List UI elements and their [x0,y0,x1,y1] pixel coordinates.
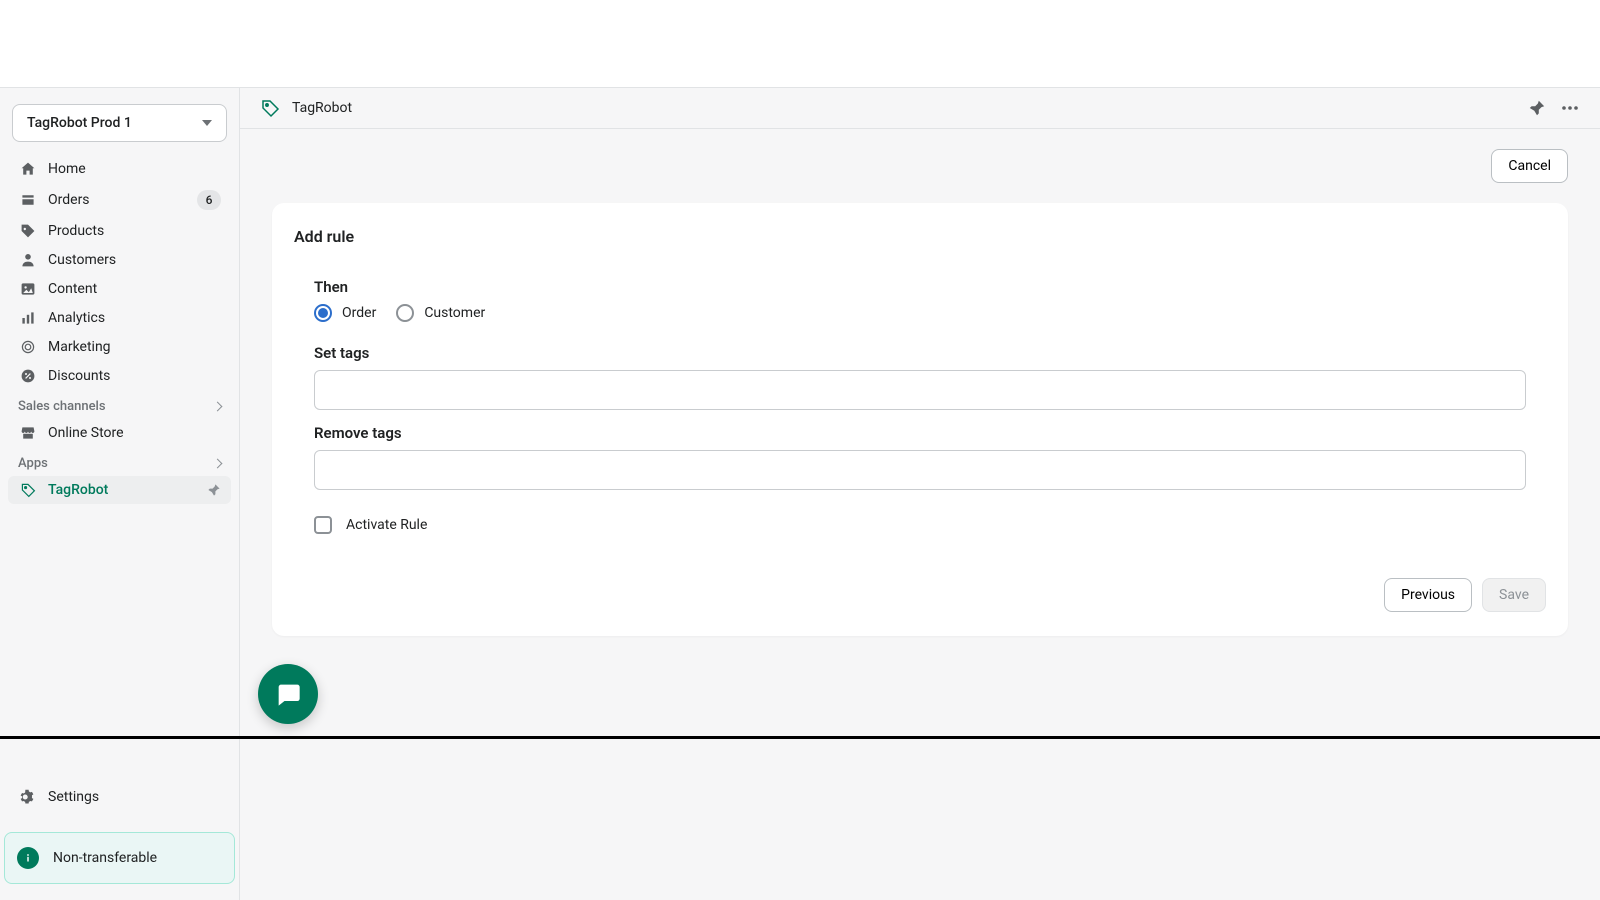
activate-rule-checkbox[interactable]: Activate Rule [314,516,1526,534]
orders-badge: 6 [197,190,221,210]
remove-tags-label: Remove tags [314,424,1526,442]
tag-icon [18,223,38,239]
pin-icon[interactable] [207,483,221,497]
radio-customer[interactable]: Customer [396,304,485,322]
section-label: Apps [18,456,48,471]
tag-icon [18,482,38,498]
nav-label: Analytics [48,310,221,326]
nav-online-store[interactable]: Online Store [8,419,231,447]
checkbox-label: Activate Rule [346,517,427,533]
home-icon [18,161,38,177]
nav-content[interactable]: Content [8,275,231,303]
main-nav: Home Orders 6 Products Customers Content [8,154,231,391]
radio-label: Customer [424,305,485,321]
pin-button[interactable] [1528,99,1546,117]
image-icon [18,281,38,297]
store-name: TagRobot Prod 1 [27,115,132,131]
checkbox-icon [314,516,332,534]
caret-down-icon [202,120,212,126]
tag-icon [260,98,280,118]
radio-label: Order [342,305,376,321]
divider [0,736,1600,739]
nav-products[interactable]: Products [8,217,231,245]
settings-label: Settings [48,789,99,805]
nav-orders[interactable]: Orders 6 [8,184,231,216]
sales-channels-section[interactable]: Sales channels [8,391,231,418]
nav-label: Online Store [48,425,221,441]
apps-section[interactable]: Apps [8,448,231,475]
radio-icon [396,304,414,322]
store-selector[interactable]: TagRobot Prod 1 [12,104,227,142]
set-tags-input[interactable] [314,370,1526,410]
nav-label: TagRobot [48,482,207,498]
nav-label: Home [48,161,221,177]
more-button[interactable] [1560,98,1580,118]
nav-label: Products [48,223,221,239]
main-content: TagRobot Cancel Add rule Then Order Cust… [240,88,1600,900]
card-title: Add rule [272,227,1568,278]
info-icon [17,847,39,869]
save-button[interactable]: Save [1482,578,1546,612]
nav-home[interactable]: Home [8,155,231,183]
chat-icon [274,680,302,708]
radio-icon [314,304,332,322]
nav-marketing[interactable]: Marketing [8,333,231,361]
nav-settings[interactable]: Settings [8,780,231,814]
section-label: Sales channels [18,399,106,414]
nav-label: Content [48,281,221,297]
set-tags-label: Set tags [314,344,1526,362]
app-name: TagRobot [292,100,1514,116]
chat-fab[interactable] [258,664,318,724]
chevron-right-icon [213,402,223,412]
radio-order[interactable]: Order [314,304,376,322]
previous-button[interactable]: Previous [1384,578,1472,612]
nav-discounts[interactable]: Discounts [8,362,231,390]
person-icon [18,252,38,268]
nav-label: Discounts [48,368,221,384]
nav-analytics[interactable]: Analytics [8,304,231,332]
gear-icon [18,788,38,806]
nav-label: Customers [48,252,221,268]
chevron-right-icon [213,459,223,469]
nav-customers[interactable]: Customers [8,246,231,274]
percent-icon [18,368,38,384]
remove-tags-input[interactable] [314,450,1526,490]
nav-label: Orders [48,192,197,208]
cancel-button[interactable]: Cancel [1491,149,1568,183]
add-rule-card: Add rule Then Order Customer Set tags Re… [272,203,1568,636]
target-icon [18,339,38,355]
store-icon [18,425,38,441]
nav-label: Marketing [48,339,221,355]
inbox-icon [18,192,38,208]
banner-label: Non-transferable [53,850,157,866]
non-transferable-banner[interactable]: Non-transferable [4,832,235,884]
then-heading: Then [314,278,1526,296]
nav-app-tagrobot[interactable]: TagRobot [8,476,231,504]
sidebar: TagRobot Prod 1 Home Orders 6 Products C… [0,88,240,900]
bars-icon [18,310,38,326]
app-header: TagRobot [240,88,1600,129]
